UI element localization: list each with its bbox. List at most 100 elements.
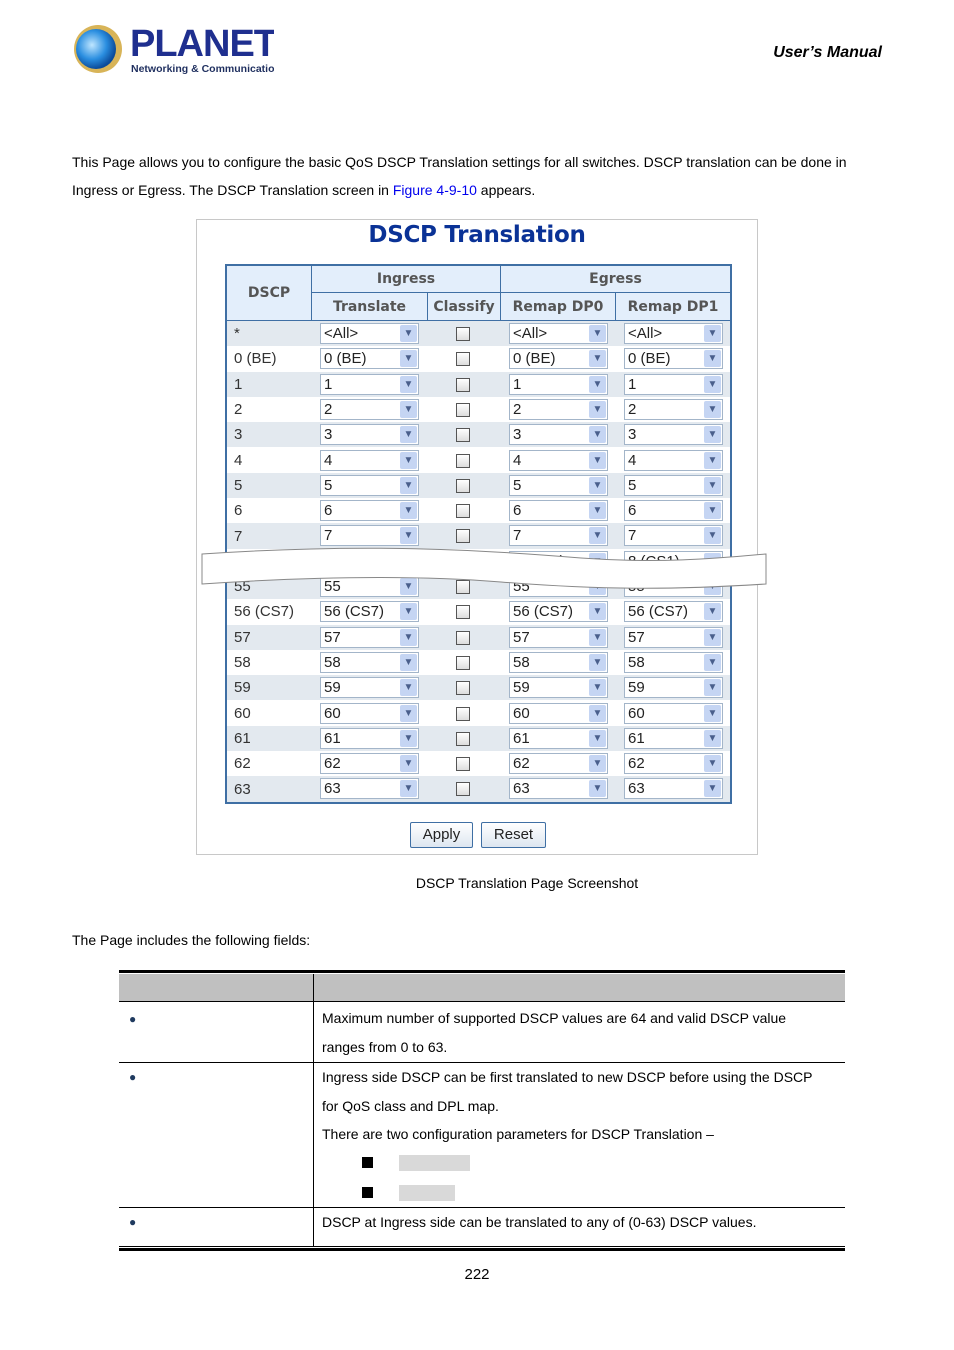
dscp-value: 57 [234,628,251,646]
translate-select[interactable]: 63 ▼ [320,778,419,800]
translate-select[interactable]: 61 ▼ [320,727,419,749]
classify-checkbox[interactable] [456,352,470,367]
chevron-down-icon: ▼ [704,628,721,646]
remap-dp0-select[interactable]: 63 ▼ [509,778,608,800]
remap-dp1-select[interactable]: 61 ▼ [624,727,723,749]
dscp-value: 5 [234,476,243,494]
remap-dp0-select[interactable]: 2 ▼ [509,398,608,420]
remap-dp1-select[interactable]: 1 ▼ [624,373,723,395]
remap-dp0-select[interactable]: 57 ▼ [509,626,608,648]
translate-select[interactable]: <All> ▼ [320,323,419,344]
header-egress: Egress [501,266,730,293]
remap-dp0-select[interactable]: 6 ▼ [509,500,608,522]
translate-select[interactable]: 7 ▼ [320,525,419,547]
remap-dp1-select[interactable]: 3 ▼ [624,424,723,446]
remap-dp0-select[interactable]: 62 ▼ [509,753,608,775]
translate-select[interactable]: 5 ▼ [320,474,419,496]
select-value: 1 [513,375,522,393]
classify-checkbox[interactable] [456,428,470,443]
remap-dp1-select[interactable]: 63 ▼ [624,778,723,800]
select-value: 57 [324,628,341,646]
remap-dp1-select[interactable]: 4 ▼ [624,449,723,471]
svg-text:PLANET: PLANET [130,23,274,65]
bullet-icon: ● [129,1012,137,1026]
remap-dp0-select[interactable]: 3 ▼ [509,424,608,446]
translate-select[interactable]: 56 (CS7) ▼ [320,601,419,623]
table-row: 62 62 ▼ 62 ▼ 62 ▼ [227,751,730,776]
classify-checkbox[interactable] [456,782,470,797]
remap-dp1-select[interactable]: 62 ▼ [624,753,723,775]
remap-dp0-select[interactable]: 4 ▼ [509,449,608,471]
select-value: 5 [513,476,522,494]
classify-checkbox[interactable] [456,453,470,468]
select-value: 63 [324,780,341,798]
chevron-down-icon: ▼ [400,628,417,646]
remap-dp0-select[interactable]: 7 ▼ [509,525,608,547]
classify-checkbox[interactable] [456,731,470,746]
square-bullet-icon [362,1157,373,1168]
table-row: 0 (BE) 0 (BE) ▼ 0 (BE) ▼ 0 (BE) ▼ [227,346,730,371]
remap-dp1-select[interactable]: 0 (BE) ▼ [624,348,723,370]
remap-dp1-select[interactable]: 6 ▼ [624,500,723,522]
translate-select[interactable]: 0 (BE) ▼ [320,348,419,370]
remap-dp1-select[interactable]: 7 ▼ [624,525,723,547]
translate-select[interactable]: 4 ▼ [320,449,419,471]
classify-checkbox[interactable] [456,478,470,493]
remap-dp0-select[interactable]: 56 (CS7) ▼ [509,601,608,623]
intro-text: Ingress or Egress. The DSCP Translation … [72,182,393,198]
table-row: 2 2 ▼ 2 ▼ 2 ▼ [227,397,730,422]
svg-text:Networking & Communication: Networking & Communication [131,63,274,75]
figure-link[interactable]: Figure 4-9-10 [393,182,477,198]
remap-dp1-select[interactable]: 56 (CS7) ▼ [624,601,723,623]
remap-dp1-select[interactable]: 57 ▼ [624,626,723,648]
classify-checkbox[interactable] [456,402,470,417]
translate-select[interactable]: 2 ▼ [320,398,419,420]
table-row: 58 58 ▼ 58 ▼ 58 ▼ [227,650,730,675]
remap-dp0-select[interactable]: 1 ▼ [509,373,608,395]
translate-select[interactable]: 1 ▼ [320,373,419,395]
classify-checkbox[interactable] [456,529,470,544]
field-desc: DSCP at Ingress side can be translated t… [322,1214,757,1230]
classify-checkbox[interactable] [456,504,470,519]
field-desc: Ingress side DSCP can be first translate… [322,1069,813,1085]
select-value: 60 [324,704,341,722]
remap-dp0-select[interactable]: 59 ▼ [509,677,608,699]
translate-select[interactable]: 57 ▼ [320,626,419,648]
page-title: DSCP Translation [368,222,586,248]
remap-dp1-select[interactable]: <All> ▼ [624,323,723,344]
classify-checkbox[interactable] [456,630,470,645]
select-value: 56 (CS7) [628,603,689,621]
classify-checkbox[interactable] [456,681,470,696]
chevron-down-icon: ▼ [400,350,417,368]
remap-dp1-select[interactable]: 58 ▼ [624,651,723,673]
remap-dp0-select[interactable]: 61 ▼ [509,727,608,749]
chevron-down-icon: ▼ [589,755,606,773]
classify-checkbox[interactable] [456,605,470,620]
remap-dp0-select[interactable]: 0 (BE) ▼ [509,348,608,370]
classify-checkbox[interactable] [456,655,470,670]
remap-dp1-select[interactable]: 59 ▼ [624,677,723,699]
translate-select[interactable]: 6 ▼ [320,500,419,522]
remap-dp0-select[interactable]: 58 ▼ [509,651,608,673]
classify-checkbox[interactable] [456,327,470,341]
select-value: 56 (CS7) [324,603,385,621]
classify-checkbox[interactable] [456,757,470,772]
remap-dp1-select[interactable]: 5 ▼ [624,474,723,496]
apply-button[interactable]: Apply [410,822,473,848]
remap-dp0-select[interactable]: 60 ▼ [509,702,608,724]
remap-dp0-select[interactable]: <All> ▼ [509,323,608,344]
remap-dp0-select[interactable]: 5 ▼ [509,474,608,496]
classify-checkbox[interactable] [456,377,470,392]
reset-button[interactable]: Reset [481,822,546,848]
translate-select[interactable]: 62 ▼ [320,753,419,775]
select-value: <All> [628,325,663,342]
chevron-down-icon: ▼ [589,679,606,697]
remap-dp1-select[interactable]: 2 ▼ [624,398,723,420]
classify-checkbox[interactable] [456,706,470,721]
translate-select[interactable]: 59 ▼ [320,677,419,699]
translate-select[interactable]: 60 ▼ [320,702,419,724]
translate-select[interactable]: 58 ▼ [320,651,419,673]
translate-select[interactable]: 3 ▼ [320,424,419,446]
chevron-down-icon: ▼ [400,603,417,621]
remap-dp1-select[interactable]: 60 ▼ [624,702,723,724]
